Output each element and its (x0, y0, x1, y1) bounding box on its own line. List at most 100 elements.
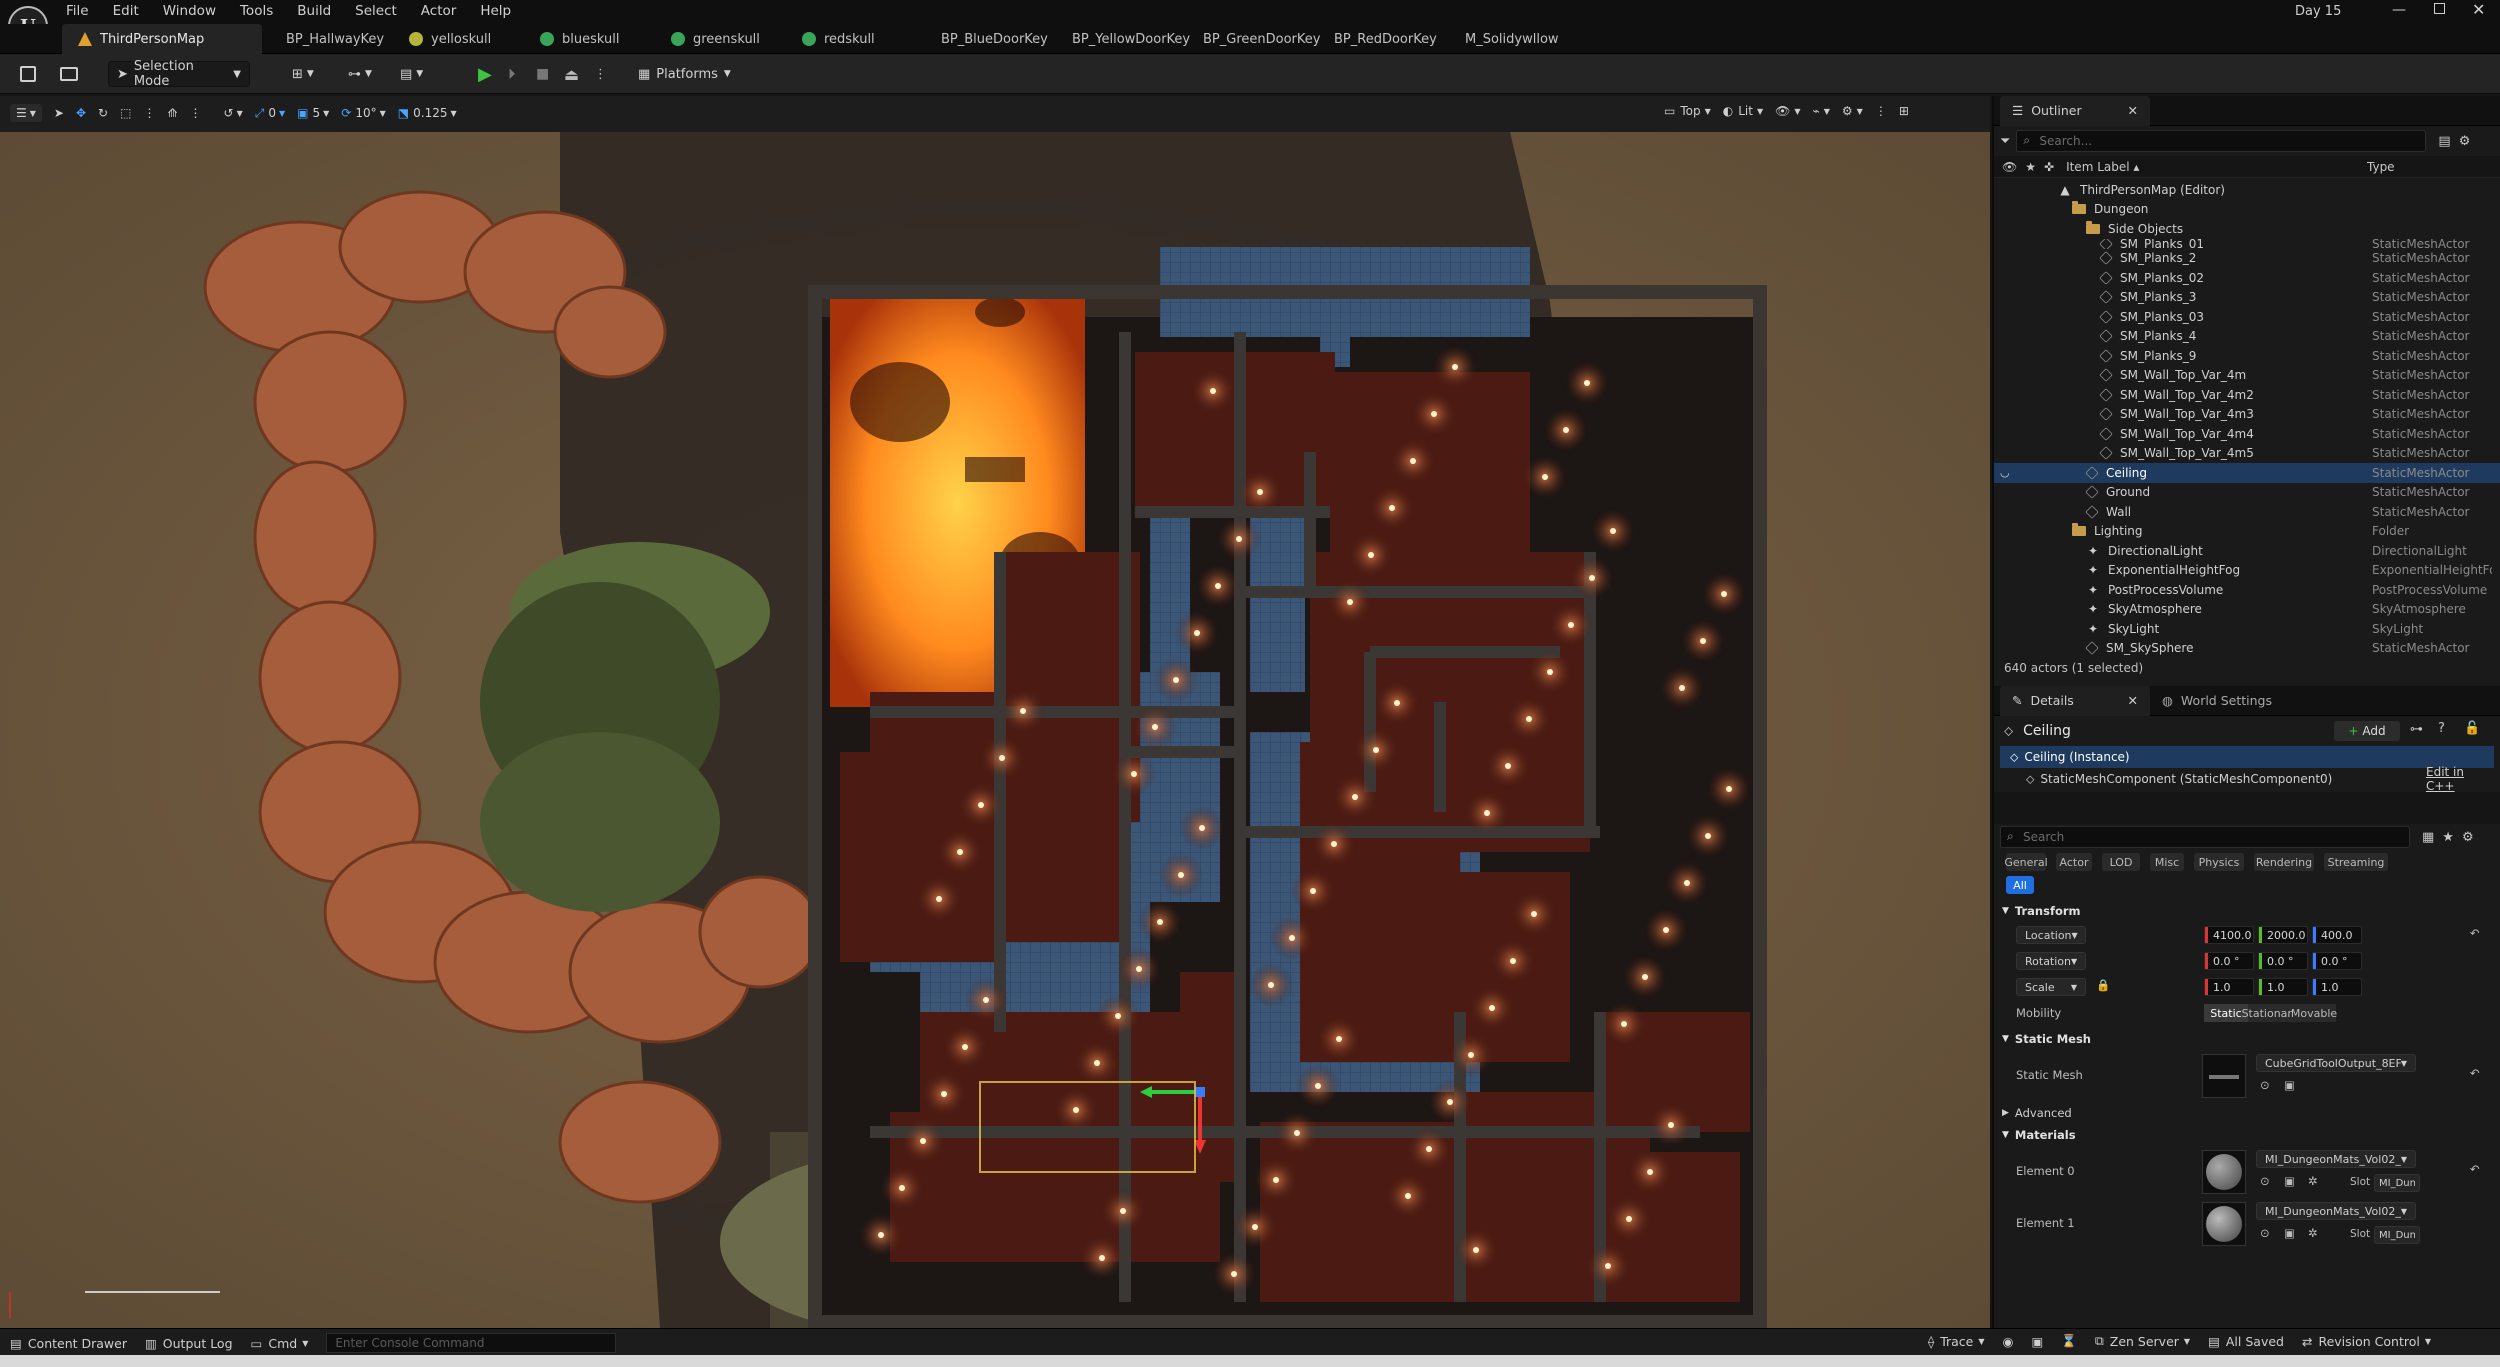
actor-name[interactable]: Ceiling (2023, 723, 2071, 739)
tab-m_solidywllow[interactable]: M_Solidywllow (1441, 24, 1572, 54)
step-button[interactable]: ⏵ (500, 61, 524, 87)
scale-y-field[interactable]: 1.0 (2258, 978, 2308, 996)
details-search-input[interactable]: ⌕ Search (2000, 826, 2410, 848)
derived-data-icon[interactable]: ⌛ (2061, 1333, 2077, 1349)
camera-icon[interactable]: ▣ (2031, 1334, 2043, 1349)
outliner-row[interactable]: Side Objects (1994, 219, 2500, 239)
filter-lod[interactable]: LOD (2102, 853, 2140, 871)
static-mesh-dropdown[interactable]: CubeGridToolOutput_8EF07F57▼ (2256, 1054, 2416, 1072)
outliner-row[interactable]: SM_Wall_Top_Var_4m2 StaticMeshActor (1994, 385, 2500, 405)
surface-snap-icon[interactable]: ⟰ (167, 106, 177, 120)
filter-general[interactable]: General (2004, 853, 2048, 871)
mesh-thumbnail[interactable] (2202, 1054, 2246, 1098)
save-icon[interactable] (12, 61, 44, 87)
use-material-icon[interactable]: ▣ (2284, 1174, 2295, 1188)
view-mode-button[interactable]: ▭ Top ▼ (1664, 104, 1711, 118)
advanced-section[interactable]: ▶ Advanced (1994, 1102, 2500, 1124)
location-x-field[interactable]: 4100.0 (2204, 926, 2254, 944)
more-icon-2[interactable]: ⋮ (190, 106, 202, 120)
visibility-icon[interactable]: 👁 (2002, 160, 2017, 174)
component-row-staticmesh[interactable]: ⬦ StaticMeshComponent (StaticMeshCompone… (2000, 765, 2494, 793)
tab-yelloskull[interactable]: yelloskull (393, 24, 524, 54)
outliner-row[interactable]: SM_Planks_9 StaticMeshActor (1994, 346, 2500, 366)
close-details-icon[interactable]: ✕ (2128, 693, 2138, 708)
viewport-options-button[interactable]: ☰ ▼ (10, 104, 42, 122)
play-button[interactable]: ▶ (470, 61, 500, 87)
console-input[interactable]: Enter Console Command (326, 1333, 617, 1353)
element1-dropdown[interactable]: MI_DungeonMats_Vol02_Trims_01a▼ (2256, 1202, 2416, 1220)
outliner-row[interactable]: ✦ DirectionalLight DirectionalLight (1994, 541, 2500, 561)
outliner-row[interactable]: ▲ ThirdPersonMap (Editor) (1994, 180, 2500, 200)
rotate-tool-icon[interactable]: ↻ (98, 106, 108, 120)
static-mesh-section[interactable]: ▼ Static Mesh (1994, 1028, 2500, 1050)
eject-button[interactable]: ⏏ (556, 61, 587, 87)
outliner-row[interactable]: SM_Planks_3 StaticMeshActor (1994, 288, 2500, 308)
scale-dropdown[interactable]: Scale ▼ (2016, 978, 2086, 996)
outliner-row[interactable]: Lighting Folder (1994, 522, 2500, 542)
tab-bp_hallwaykey[interactable]: BP_HallwayKey (262, 24, 393, 54)
outliner-row[interactable]: Wall StaticMeshActor (1994, 502, 2500, 522)
play-options-icon[interactable]: ⋮ (586, 61, 615, 87)
tab-greenskull[interactable]: greenskull (655, 24, 786, 54)
minimize-icon[interactable]: — (2392, 2, 2406, 18)
browse-mesh-icon[interactable]: ⊙ (2260, 1078, 2270, 1092)
close-outliner-icon[interactable]: ✕ (2128, 103, 2138, 118)
cmd-dropdown[interactable]: ▭ Cmd ▼ (251, 1336, 309, 1351)
materials-section[interactable]: ▼ Materials (1994, 1124, 2500, 1146)
maximize-icon[interactable] (2434, 3, 2445, 14)
tab-redskull[interactable]: redskull (786, 24, 917, 54)
grid-snap-toggle[interactable]: ⤢ 0 ▼ (255, 106, 285, 121)
favorite-icon[interactable]: ★ (2442, 830, 2454, 845)
menu-file[interactable]: File (66, 3, 89, 19)
use-material-icon-1[interactable]: ▣ (2284, 1226, 2295, 1240)
more-icon[interactable]: ⋮ (143, 106, 155, 120)
element0-dropdown[interactable]: MI_DungeonMats_Vol02_2W_VTX_F▼ (2256, 1150, 2416, 1168)
level-render[interactable] (0, 132, 1990, 1328)
outliner-row[interactable]: Dungeon (1994, 200, 2500, 220)
outliner-row[interactable]: SM_Wall_Top_Var_4m5 StaticMeshActor (1994, 444, 2500, 464)
browse-icon[interactable] (52, 61, 86, 87)
outliner-row[interactable]: SM_Planks_03 StaticMeshActor (1994, 307, 2500, 327)
material-options-icon-1[interactable]: ✲ (2308, 1226, 2318, 1240)
lit-mode-button[interactable]: ◐ Lit ▼ (1723, 104, 1763, 118)
visibility-toggle-icon[interactable]: ◡ (2000, 466, 2010, 479)
scale-lock-icon[interactable]: 🔒 (2096, 978, 2110, 992)
menu-window[interactable]: Window (163, 3, 216, 19)
mobility-stationary[interactable]: Stationary (2242, 1004, 2298, 1022)
filter-all-chip[interactable]: All (2006, 876, 2034, 894)
world-settings-tab[interactable]: ◍ World Settings (2150, 686, 2284, 716)
filter-streaming[interactable]: Streaming (2324, 853, 2388, 871)
blueprints-button[interactable]: ⊶ ▼ (340, 61, 380, 87)
platforms-button[interactable]: ▦ Platforms ▼ (630, 61, 739, 87)
element0-slot[interactable]: MI_Dungec (2374, 1174, 2420, 1192)
filter-icon[interactable]: ⏷ (2000, 134, 2010, 149)
rotation-x-field[interactable]: 0.0 ° (2204, 952, 2254, 970)
all-saved-button[interactable]: ▤ All Saved (2208, 1334, 2284, 1349)
outliner-settings-icon[interactable]: ⚙ (2459, 134, 2471, 149)
element1-slot[interactable]: MI_Dungec (2374, 1226, 2420, 1244)
outliner-row[interactable]: SM_Planks_01 StaticMeshActor (1994, 238, 2500, 249)
scale-z-field[interactable]: 1.0 (2312, 978, 2362, 996)
details-tab[interactable]: ✎ Details ✕ (2000, 685, 2150, 716)
outliner-row[interactable]: Ceiling StaticMeshActor ◡ (1994, 463, 2500, 483)
add-folder-icon[interactable]: ▤ (2438, 134, 2450, 149)
world-local-icon[interactable]: ↺ ▼ (224, 106, 243, 120)
material-options-icon[interactable]: ✲ (2308, 1174, 2318, 1188)
tab-bp_greendoorkey[interactable]: BP_GreenDoorKey (1179, 24, 1320, 54)
reset-location-icon[interactable]: ↶ (2470, 926, 2480, 940)
filter-actor[interactable]: Actor (2056, 853, 2092, 871)
location-z-field[interactable]: 400.0 (2312, 926, 2362, 944)
col-item-label[interactable]: Item Label ▴ (2066, 160, 2139, 174)
stop-button[interactable]: ■ (528, 61, 557, 87)
menu-actor[interactable]: Actor (421, 3, 457, 19)
use-mesh-icon[interactable]: ▣ (2284, 1078, 2295, 1092)
content-drawer-button[interactable]: ▤ Content Drawer (10, 1336, 127, 1351)
rotation-z-field[interactable]: 0.0 ° (2312, 952, 2362, 970)
browse-material-icon-1[interactable]: ⊙ (2260, 1226, 2270, 1240)
close-icon[interactable]: ✕ (2472, 0, 2485, 19)
add-component-button[interactable]: + Add (2334, 721, 2400, 741)
menu-tools[interactable]: Tools (240, 3, 273, 19)
tab-blueskull[interactable]: blueskull (524, 24, 655, 54)
tab-bp_reddoorkey[interactable]: BP_RedDoorKey (1310, 24, 1441, 54)
cinematics-button[interactable]: ▤ ▼ (392, 61, 431, 87)
